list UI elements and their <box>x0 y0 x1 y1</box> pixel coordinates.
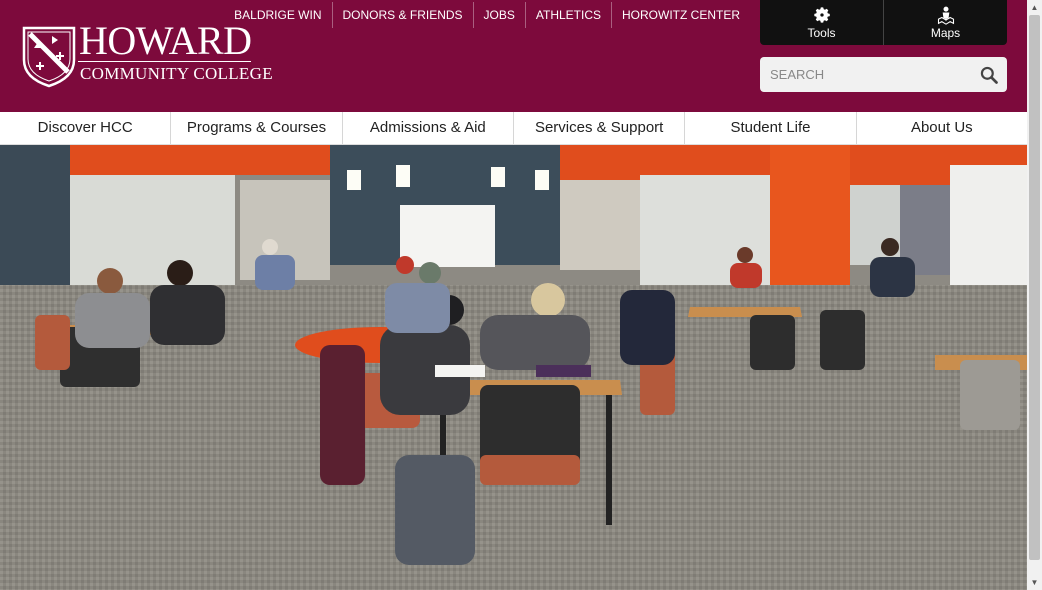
maps-label: Maps <box>930 26 961 40</box>
nav-about-us[interactable]: About Us <box>855 112 1027 144</box>
nav-student-life[interactable]: Student Life <box>684 112 855 144</box>
top-link-baldrige[interactable]: BALDRIGE WIN <box>224 2 331 28</box>
hero-image <box>0 145 1027 590</box>
logo-subtitle: COMMUNITY COLLEGE <box>80 64 273 83</box>
scroll-down-icon[interactable]: ▼ <box>1027 575 1042 590</box>
logo-divider <box>78 61 251 62</box>
hero-photo-illustration <box>0 145 1027 590</box>
maps-button[interactable]: Maps <box>883 0 1007 45</box>
nav-services-support[interactable]: Services & Support <box>512 112 684 144</box>
college-logo[interactable]: HOWARD COMMUNITY COLLEGE <box>22 21 273 90</box>
tools-panel: Tools Maps <box>760 0 1007 45</box>
map-person-icon <box>937 6 954 25</box>
nav-programs-courses[interactable]: Programs & Courses <box>170 112 341 144</box>
nav-admissions-aid[interactable]: Admissions & Aid <box>341 112 513 144</box>
tools-button[interactable]: Tools <box>760 0 883 45</box>
vertical-scrollbar[interactable]: ▲ ▼ <box>1027 0 1042 590</box>
top-link-horowitz[interactable]: HOROWITZ CENTER <box>611 2 750 28</box>
top-link-athletics[interactable]: ATHLETICS <box>524 2 611 28</box>
main-nav: Discover HCC Programs & Courses Admissio… <box>0 112 1027 145</box>
scroll-up-icon[interactable]: ▲ <box>1027 0 1042 15</box>
scrollbar-thumb[interactable] <box>1029 15 1040 560</box>
tools-label: Tools <box>807 26 836 40</box>
top-link-jobs[interactable]: JOBS <box>472 2 525 28</box>
crest-icon <box>22 26 76 88</box>
gear-icon <box>813 7 830 23</box>
utility-links: BALDRIGE WIN DONORS & FRIENDS JOBS ATHLE… <box>224 2 750 28</box>
search-icon[interactable] <box>979 65 999 85</box>
site-header: HOWARD COMMUNITY COLLEGE BALDRIGE WIN DO… <box>0 0 1027 112</box>
nav-discover-hcc[interactable]: Discover HCC <box>0 112 170 144</box>
top-link-donors[interactable]: DONORS & FRIENDS <box>331 2 473 28</box>
search-box <box>760 57 1007 92</box>
search-input[interactable] <box>760 57 970 92</box>
